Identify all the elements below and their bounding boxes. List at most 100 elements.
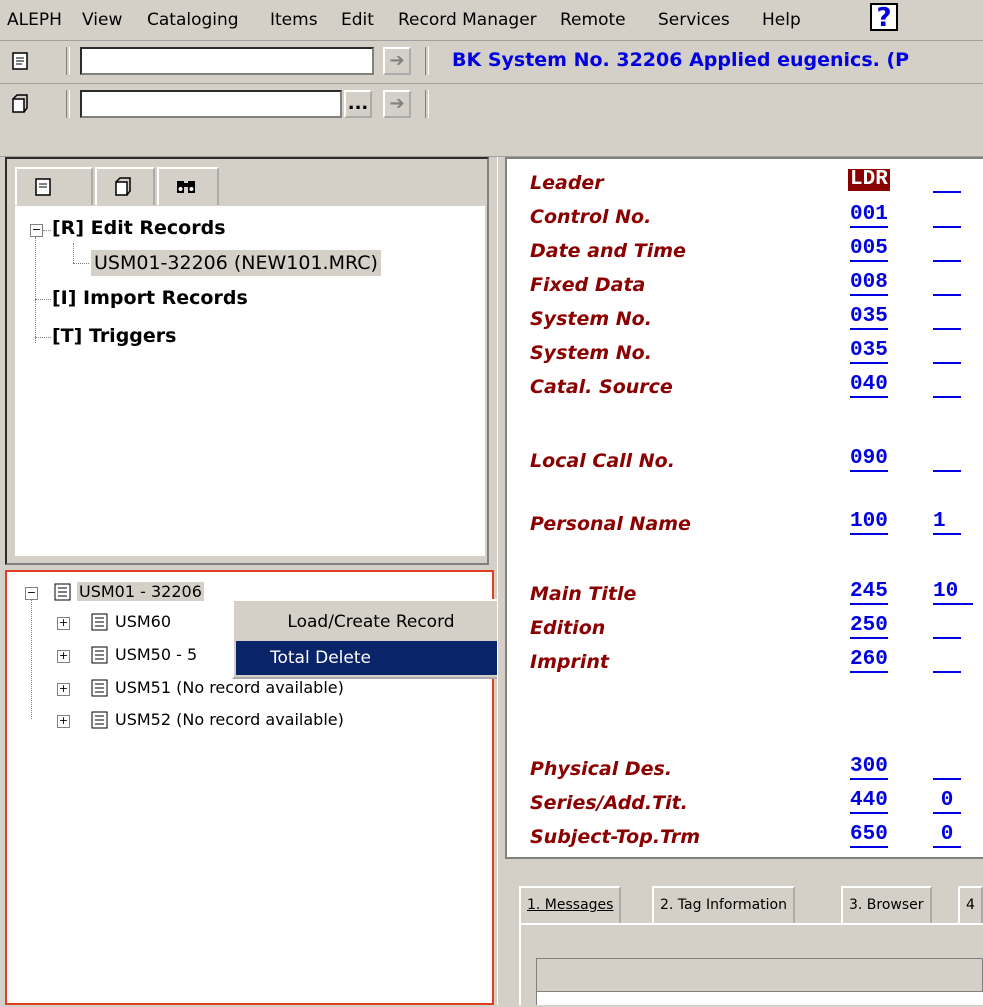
field-indicator[interactable] bbox=[933, 448, 961, 472]
item-icon[interactable] bbox=[10, 94, 30, 114]
tab-browser[interactable]: 3. Browser bbox=[841, 886, 932, 924]
tab-records[interactable] bbox=[15, 167, 93, 205]
library-item[interactable]: USM60 bbox=[115, 612, 171, 631]
menu-help[interactable]: Help bbox=[762, 10, 801, 30]
field-label: System No. bbox=[530, 342, 652, 364]
library-item[interactable]: USM51 (No record available) bbox=[115, 678, 344, 697]
field-indicator[interactable] bbox=[933, 272, 961, 296]
tree-item-import-records[interactable]: [I] Import Records bbox=[52, 287, 248, 309]
field-label: Control No. bbox=[530, 206, 652, 228]
field-label: Local Call No. bbox=[530, 450, 675, 472]
tab-search[interactable] bbox=[157, 167, 219, 205]
menu-cataloging[interactable]: Cataloging bbox=[147, 10, 239, 30]
tab-messages[interactable]: 1. Messages bbox=[519, 886, 622, 924]
field-tag[interactable]: LDR bbox=[848, 169, 890, 191]
expand-icon[interactable]: + bbox=[57, 650, 70, 663]
field-label: Physical Des. bbox=[530, 758, 673, 780]
field-indicator[interactable]: 10 bbox=[933, 581, 973, 605]
field-label: Main Title bbox=[530, 583, 637, 605]
menu-view[interactable]: View bbox=[82, 10, 122, 30]
field-indicator[interactable] bbox=[933, 374, 961, 398]
help-icon[interactable]: ? bbox=[870, 3, 898, 32]
field-tag[interactable]: 005 bbox=[850, 238, 888, 262]
field-tag[interactable]: 440 bbox=[850, 790, 888, 814]
field-indicator[interactable] bbox=[933, 306, 961, 330]
field-indicator[interactable] bbox=[933, 756, 961, 780]
field-indicator[interactable]: 1 bbox=[933, 511, 961, 535]
tab-tag-information[interactable]: 2. Tag Information bbox=[652, 886, 795, 924]
field-tag[interactable]: 090 bbox=[850, 448, 888, 472]
expand-icon[interactable]: + bbox=[57, 683, 70, 696]
field-indicator[interactable] bbox=[933, 238, 961, 262]
menu-record-manager[interactable]: Record Manager bbox=[398, 10, 537, 30]
document-icon bbox=[91, 646, 108, 664]
go-arrow-button-2[interactable]: ➔ bbox=[383, 90, 411, 118]
field-tag[interactable]: 245 bbox=[850, 581, 888, 605]
tree-item-triggers[interactable]: [T] Triggers bbox=[52, 325, 176, 347]
field-indicator[interactable] bbox=[933, 649, 961, 673]
tree-line bbox=[73, 263, 89, 264]
field-indicator[interactable] bbox=[933, 340, 961, 364]
field-label: Personal Name bbox=[530, 513, 691, 535]
tree-line bbox=[43, 230, 51, 231]
library-root[interactable]: USM01 - 32206 bbox=[77, 582, 204, 601]
record-search-input[interactable] bbox=[80, 47, 374, 75]
tree-line bbox=[35, 237, 37, 343]
document-icon bbox=[91, 613, 108, 631]
browse-button[interactable]: ... bbox=[344, 90, 372, 118]
field-indicator[interactable] bbox=[933, 169, 961, 193]
expand-icon[interactable]: + bbox=[57, 715, 70, 728]
field-tag[interactable]: 040 bbox=[850, 374, 888, 398]
menu-edit[interactable]: Edit bbox=[341, 10, 374, 30]
field-tag[interactable]: 001 bbox=[850, 204, 888, 228]
context-menu: Load/Create Record Total Delete bbox=[232, 599, 510, 679]
collapse-icon[interactable]: − bbox=[30, 224, 43, 237]
toolbar-separator bbox=[66, 90, 70, 118]
tree-line bbox=[73, 243, 75, 263]
record-icon[interactable] bbox=[10, 51, 30, 71]
field-indicator[interactable]: 0 bbox=[933, 790, 961, 814]
tab-items[interactable] bbox=[95, 167, 155, 205]
field-indicator[interactable] bbox=[933, 204, 961, 228]
field-label: Edition bbox=[530, 617, 606, 639]
field-label: Imprint bbox=[530, 651, 609, 673]
field-tag[interactable]: 650 bbox=[850, 824, 888, 848]
tree-item-record-file[interactable]: USM01-32206 (NEW101.MRC) bbox=[91, 250, 381, 276]
expand-icon[interactable]: + bbox=[57, 617, 70, 630]
field-tag[interactable]: 035 bbox=[850, 306, 888, 330]
menu-services[interactable]: Services bbox=[658, 10, 730, 30]
field-tag[interactable]: 250 bbox=[850, 615, 888, 639]
tab-4[interactable]: 4 bbox=[958, 886, 983, 924]
item-icon bbox=[115, 177, 131, 196]
item-search-input[interactable] bbox=[80, 90, 342, 118]
menu-item-load-create-record[interactable]: Load/Create Record bbox=[236, 605, 506, 639]
binoculars-icon bbox=[177, 181, 195, 193]
menu-remote[interactable]: Remote bbox=[560, 10, 626, 30]
tree-item-edit-records[interactable]: [R] Edit Records bbox=[52, 217, 226, 239]
toolbar-separator bbox=[425, 90, 429, 118]
menu-aleph[interactable]: ALEPH bbox=[7, 10, 62, 30]
field-label: System No. bbox=[530, 308, 652, 330]
field-tag[interactable]: 260 bbox=[850, 649, 888, 673]
field-label: Date and Time bbox=[530, 240, 686, 262]
document-icon bbox=[54, 583, 71, 601]
record-title: BK System No. 32206 Applied eugenics. (P bbox=[452, 49, 910, 71]
field-indicator[interactable]: 0 bbox=[933, 824, 961, 848]
library-item[interactable]: USM52 (No record available) bbox=[115, 710, 344, 729]
library-item[interactable]: USM50 - 5 bbox=[115, 645, 197, 664]
field-label: Catal. Source bbox=[530, 376, 673, 398]
document-icon bbox=[91, 711, 108, 729]
menu-items[interactable]: Items bbox=[270, 10, 318, 30]
task-tree: − [R] Edit Records USM01-32206 (NEW101.M… bbox=[15, 206, 485, 556]
field-tag[interactable]: 008 bbox=[850, 272, 888, 296]
message-list bbox=[536, 992, 983, 1005]
field-indicator[interactable] bbox=[933, 615, 961, 639]
go-arrow-button[interactable]: ➔ bbox=[383, 47, 411, 75]
field-tag[interactable]: 100 bbox=[850, 511, 888, 535]
tree-line bbox=[35, 299, 51, 300]
menu-item-total-delete[interactable]: Total Delete bbox=[236, 641, 506, 675]
marc-editor bbox=[505, 157, 983, 859]
field-tag[interactable]: 300 bbox=[850, 756, 888, 780]
field-tag[interactable]: 035 bbox=[850, 340, 888, 364]
field-label: Series/Add.Tit. bbox=[530, 792, 688, 814]
